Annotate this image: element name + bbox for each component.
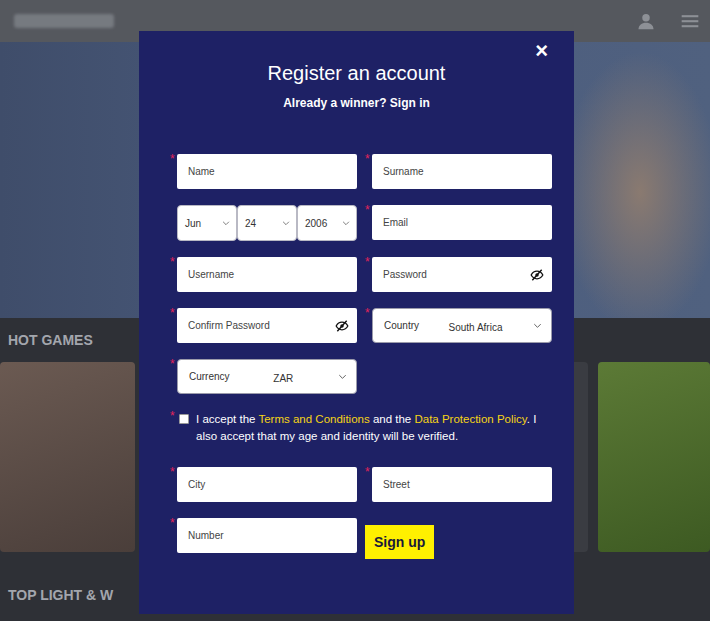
required-mark: * — [170, 256, 177, 268]
chevron-down-icon — [281, 218, 291, 228]
form-cell: * — [170, 308, 357, 343]
chevron-down-icon — [337, 371, 348, 382]
password-field[interactable] — [383, 269, 530, 280]
email-field[interactable] — [383, 217, 544, 228]
form-cell: * — [365, 205, 552, 241]
form-cell: *CountrySouth Africa — [365, 308, 552, 343]
confirm-password-field[interactable] — [188, 320, 335, 331]
form-cell: *CurrencyZAR — [170, 359, 357, 394]
menu-icon[interactable] — [680, 11, 700, 31]
game-tile[interactable] — [0, 362, 135, 552]
required-mark: * — [365, 204, 372, 216]
terms-row: * I accept the Terms and Conditions and t… — [170, 411, 552, 445]
terms-text: I accept the Terms and Conditions and th… — [196, 411, 552, 445]
form-cell: * — [365, 257, 552, 292]
registration-fields: **Jun242006*****CountrySouth Africa*Curr… — [170, 154, 552, 394]
input-box — [372, 467, 552, 502]
required-mark: * — [365, 153, 372, 165]
country-field[interactable]: CountrySouth Africa — [372, 308, 552, 343]
required-mark: * — [170, 358, 177, 370]
currency-field[interactable]: CurrencyZAR — [177, 359, 357, 394]
page: HOT GAMESTOP LIGHT & W×Register an accou… — [0, 0, 710, 621]
city-field[interactable] — [188, 479, 349, 490]
surname-field[interactable] — [383, 166, 544, 177]
required-mark: * — [170, 517, 177, 529]
sign-in-link[interactable]: Already a winner? Sign in — [170, 95, 552, 111]
input-box — [372, 154, 552, 189]
input-box — [177, 518, 357, 553]
eye-slash-icon[interactable] — [335, 319, 349, 333]
required-mark: * — [170, 466, 177, 478]
required-mark: * — [170, 307, 177, 319]
required-mark: * — [365, 466, 372, 478]
terms-checkbox[interactable] — [179, 414, 189, 424]
game-tile[interactable] — [598, 362, 710, 552]
required-mark: * — [365, 256, 372, 268]
form-cell: Jun242006 — [170, 205, 357, 241]
modal-title: Register an account — [170, 59, 552, 87]
street-field[interactable] — [383, 479, 544, 490]
form-cell: * — [170, 467, 357, 502]
required-mark: * — [170, 153, 177, 165]
site-logo[interactable] — [14, 14, 114, 28]
number-field[interactable] — [188, 530, 349, 541]
chevron-down-icon — [341, 218, 351, 228]
address-fields: * * * Sign up — [170, 467, 552, 559]
form-cell: * — [170, 518, 357, 559]
chevron-down-icon — [532, 320, 543, 331]
input-box — [177, 257, 357, 292]
input-box — [177, 467, 357, 502]
input-box — [177, 154, 357, 189]
date-select[interactable]: 24 — [237, 205, 297, 241]
policy-link[interactable]: Data Protection Policy — [414, 413, 526, 425]
form-cell: Sign up — [365, 518, 552, 559]
eye-slash-icon[interactable] — [530, 268, 544, 282]
required-mark: * — [365, 307, 372, 319]
form-cell: * — [170, 257, 357, 292]
close-button[interactable]: × — [533, 39, 550, 63]
required-mark: * — [170, 410, 177, 422]
input-box — [372, 205, 552, 240]
input-box — [372, 257, 552, 292]
name-field[interactable] — [188, 166, 349, 177]
input-box — [177, 308, 357, 343]
form-cell: * — [365, 154, 552, 189]
sign-up-button[interactable]: Sign up — [365, 525, 434, 559]
form-cell: * — [365, 467, 552, 502]
user-icon[interactable] — [636, 11, 656, 31]
username-field[interactable] — [188, 269, 349, 280]
policy-link[interactable]: Terms and Conditions — [258, 413, 369, 425]
birth-date-field: Jun242006 — [177, 205, 357, 241]
register-modal: ×Register an account Already a winner? Si… — [139, 31, 574, 614]
date-select[interactable]: 2006 — [297, 205, 357, 241]
chevron-down-icon — [221, 218, 231, 228]
form-cell: * — [170, 154, 357, 189]
date-select[interactable]: Jun — [177, 205, 237, 241]
